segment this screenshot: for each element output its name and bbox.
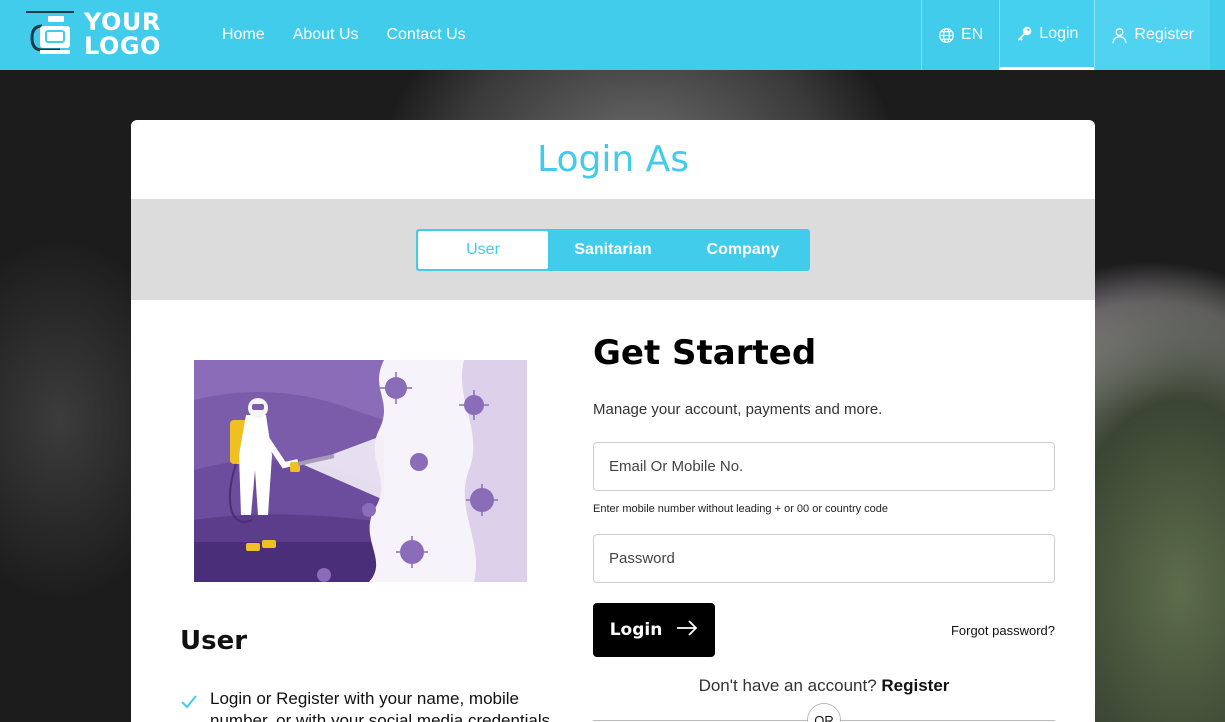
logo-mark-icon (24, 8, 80, 60)
email-field[interactable] (593, 442, 1055, 491)
globe-icon (938, 27, 955, 44)
card-title: Login As (537, 139, 689, 180)
or-separator: OR (807, 703, 841, 722)
form-title: Get Started (593, 333, 817, 373)
logo[interactable]: YOUR LOGO (24, 8, 174, 60)
main-nav: Home About Us Contact Us (222, 0, 466, 70)
site-header: YOUR LOGO Home About Us Contact Us EN Lo… (0, 0, 1225, 70)
login-card: Login As User Sanitarian Company User Lo… (131, 120, 1095, 722)
logo-text: YOUR LOGO (84, 10, 161, 58)
register-nav-label: Register (1134, 26, 1194, 43)
logo-line-2: LOGO (84, 32, 161, 60)
register-nav-button[interactable]: Register (1094, 0, 1210, 70)
login-button-label: Login (609, 620, 663, 640)
password-field[interactable] (593, 534, 1055, 583)
nav-about-us[interactable]: About Us (293, 26, 359, 44)
key-icon (1016, 25, 1033, 42)
role-heading: User (180, 626, 248, 656)
tab-user[interactable]: User (418, 230, 548, 269)
benefit-text: Login or Register with your name, mobile… (210, 689, 551, 722)
benefit-item: Login or Register with your name, mobile… (180, 688, 580, 722)
login-nav-button[interactable]: Login (999, 0, 1095, 70)
login-button[interactable]: Login (593, 603, 715, 657)
register-link[interactable]: Register (881, 676, 949, 695)
sanitizing-illustration (194, 360, 527, 582)
role-selector-band: User Sanitarian Company (131, 199, 1095, 300)
tab-sanitarian[interactable]: Sanitarian (548, 231, 678, 269)
account-nav: EN Login Register (921, 0, 1210, 70)
nav-home[interactable]: Home (222, 26, 265, 44)
no-account-text: Don't have an account? (698, 676, 877, 695)
nav-contact-us[interactable]: Contact Us (387, 26, 466, 44)
form-subtitle: Manage your account, payments and more. (593, 401, 883, 418)
language-selector[interactable]: EN (921, 0, 999, 70)
language-label: EN (961, 26, 984, 43)
mobile-hint: Enter mobile number without leading + or… (593, 503, 889, 515)
role-tabs: User Sanitarian Company (416, 228, 810, 271)
login-nav-label: Login (1039, 24, 1079, 42)
forgot-password-link[interactable]: Forgot password? (951, 623, 1055, 638)
check-icon (180, 692, 198, 710)
user-icon (1111, 27, 1128, 44)
logo-line-1: YOUR (84, 8, 161, 36)
arrow-right-icon (676, 619, 698, 641)
signup-prompt: Don't have an account? Register (593, 676, 1055, 696)
tab-company[interactable]: Company (678, 231, 808, 269)
